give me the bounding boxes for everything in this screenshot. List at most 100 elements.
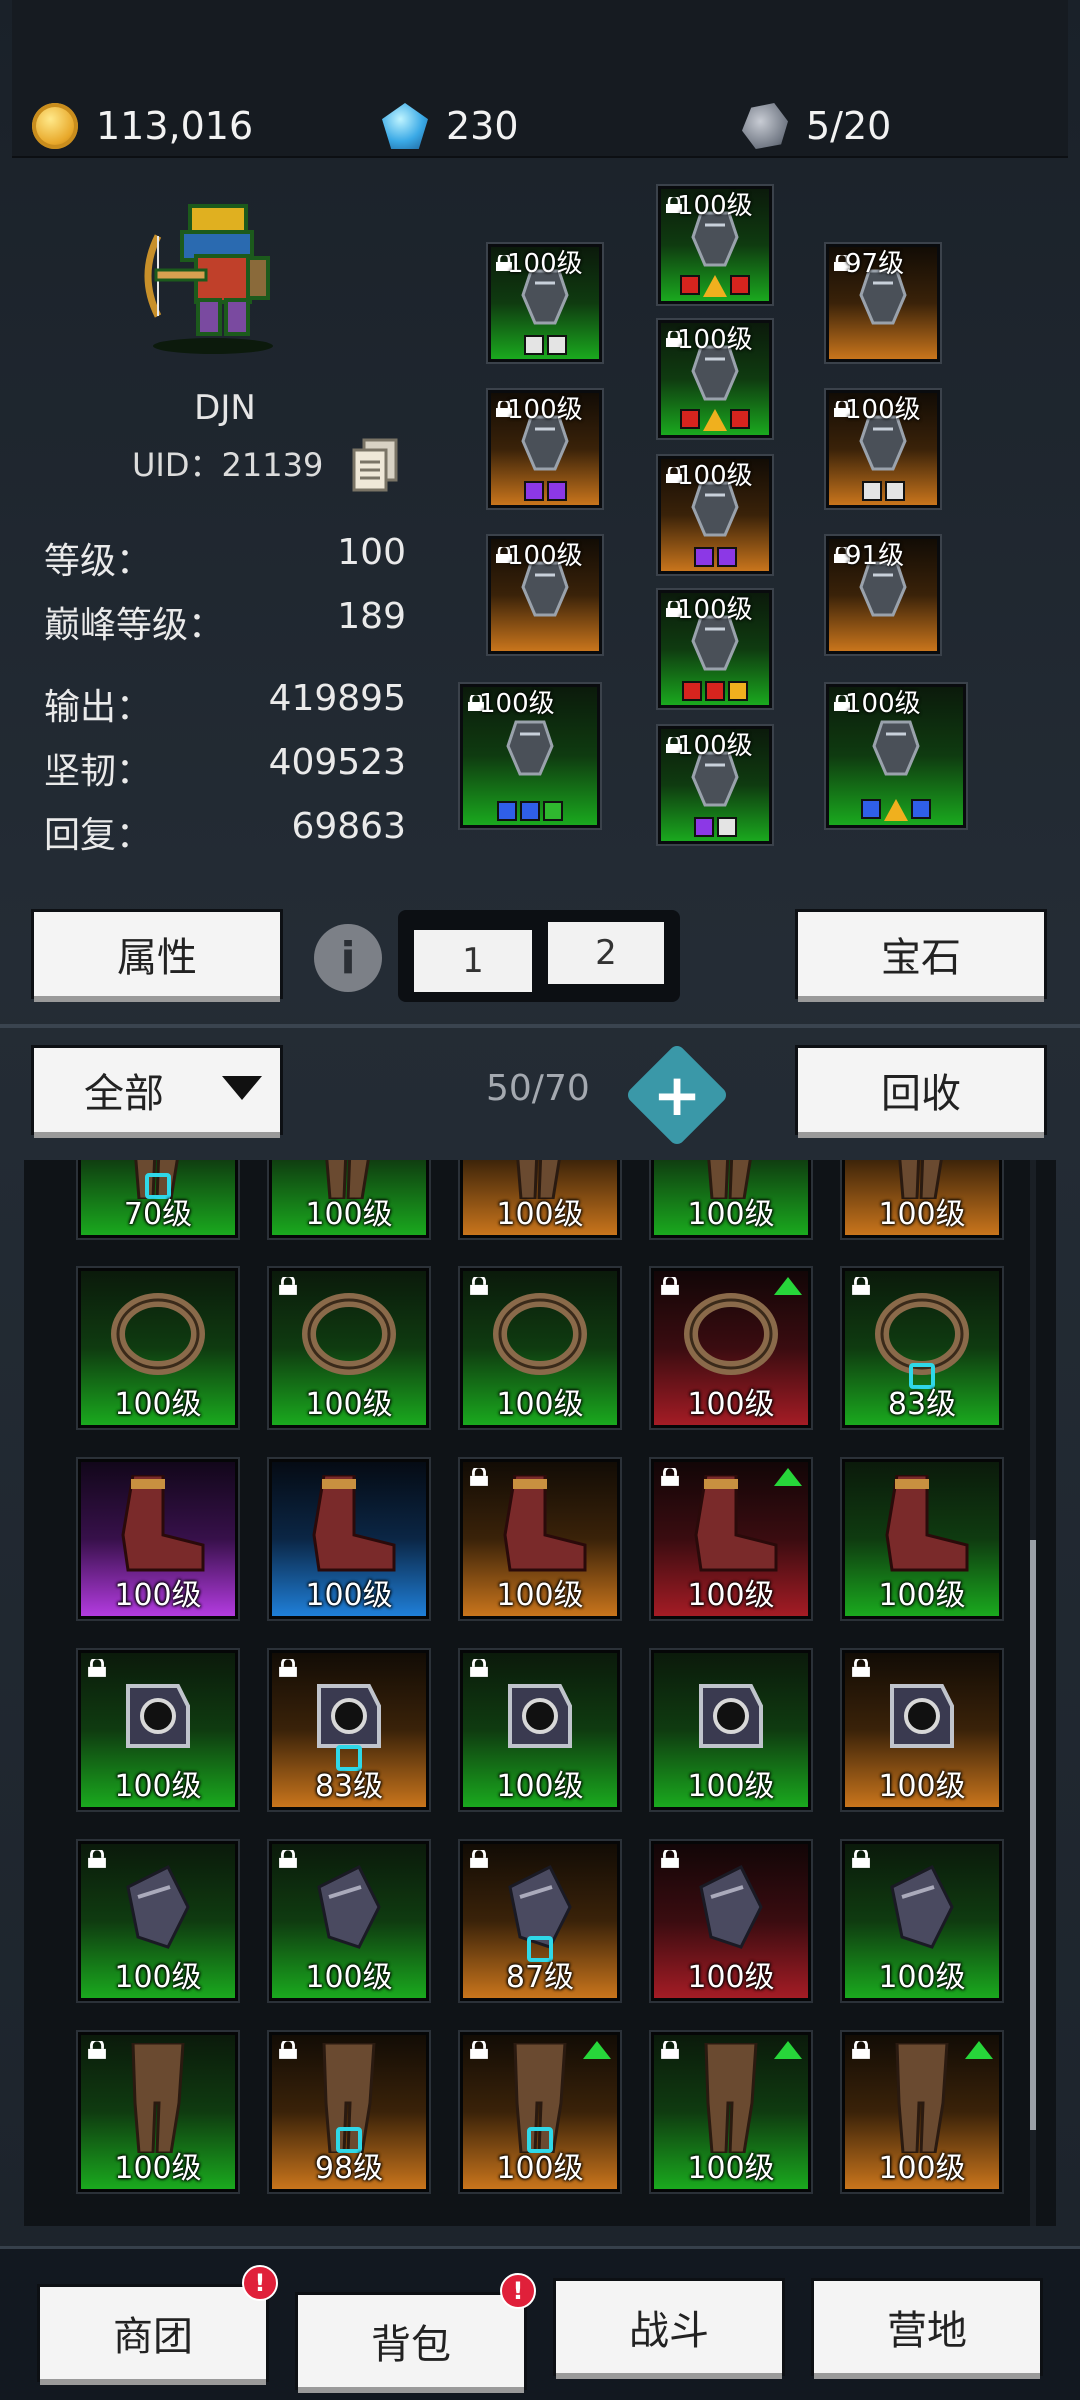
item-level: 100级 [878,1578,966,1613]
equipment-slot[interactable]: 100级 [658,726,772,844]
lock-icon [469,1656,489,1677]
inventory-item[interactable]: 100级 [269,1459,429,1619]
item-level: 83级 [314,1769,384,1804]
inventory-item[interactable]: 100级 [842,1459,1002,1619]
plus-icon[interactable]: + [640,1058,714,1132]
item-level: 98级 [314,2151,384,2186]
lock-icon [278,2038,298,2059]
item-icon [877,2041,967,2157]
gem-sockets [661,681,769,701]
info-icon[interactable]: i [314,924,382,992]
nav-guild-button[interactable]: 商团 ! [40,2265,278,2379]
notification-badge: ! [242,2265,278,2301]
filter-dropdown[interactable]: 全部 [34,1048,280,1132]
item-icon [108,1857,208,1961]
equipment-slot[interactable]: 91级 [826,536,940,654]
inventory-item[interactable]: 100级 [78,1841,238,2001]
inventory-grid[interactable]: 70级 100级 100级 100级 100级 100级 100级 100级 100级 83级 10… [24,1160,1056,2226]
nav-camp-button[interactable]: 营地 [814,2281,1040,2373]
copy-uid-icon[interactable] [352,438,400,492]
inventory-item[interactable]: 70级 [78,1160,238,1238]
lock-icon [278,1274,298,1295]
gem-sockets [661,547,769,567]
item-level: 100级 [507,541,583,571]
item-level: 100级 [845,689,921,719]
item-icon [681,1284,781,1388]
equipment-slot[interactable]: 100级 [488,390,602,508]
inventory-item[interactable]: 100级 [78,1268,238,1428]
inventory-item[interactable]: 100级 [842,1650,1002,1810]
stat-recovery: 回复： 69863 [44,806,406,858]
equipment-slot[interactable]: 100级 [488,536,602,654]
inventory-item[interactable]: 100级 [651,1650,811,1810]
inventory-item[interactable]: 100级 [651,1268,811,1428]
gold-counter: 113,016 [32,96,253,156]
scrollbar-thumb[interactable] [1030,1540,1036,2130]
equipment-slot[interactable]: 100级 [658,186,772,304]
inventory-item[interactable]: 100级 [651,1459,811,1619]
equipment-slot[interactable]: 100级 [658,456,772,574]
equipment-slot[interactable]: 100级 [826,390,940,508]
resource-bar: 113,016 230 5/20 [12,0,1068,158]
inventory-item[interactable]: 100级 [460,1459,620,1619]
inventory-item[interactable]: 100级 [269,1841,429,2001]
inventory-item[interactable]: 100级 [78,1459,238,1619]
inventory-item[interactable]: 83级 [269,1650,429,1810]
recycle-button[interactable]: 回收 [798,1048,1044,1132]
gold-amount: 113,016 [96,104,254,148]
item-level: 87级 [505,1960,575,1995]
stat-value: 409523 [268,742,406,783]
inventory-item[interactable]: 100级 [651,1160,811,1238]
item-level: 100级 [687,1387,775,1422]
item-level: 100级 [496,1769,584,1804]
inventory-item[interactable]: 100级 [460,2032,620,2192]
item-icon [867,1473,977,1579]
stat-label: 巅峰等级： [44,605,225,646]
item-icon [294,1473,404,1579]
inventory-item[interactable]: 100级 [842,1160,1002,1238]
gems-button[interactable]: 宝石 [798,912,1044,996]
ore-icon [742,103,788,149]
inventory-item[interactable]: 100级 [842,1841,1002,2001]
equipment-slot[interactable]: 100级 [658,590,772,708]
item-level: 100级 [305,1197,393,1232]
gem-socket-icon [523,481,544,501]
equipment-slot[interactable]: 100级 [488,244,602,362]
inventory-item[interactable]: 83级 [842,1268,1002,1428]
inventory-item[interactable]: 100级 [842,2032,1002,2192]
item-level: 100级 [845,395,921,425]
upgrade-arrow-icon [583,2041,611,2059]
inventory-item[interactable]: 100级 [78,2032,238,2192]
inventory-item[interactable]: 100级 [460,1160,620,1238]
gem-socket-icon [716,817,737,837]
inventory-item[interactable]: 100级 [651,2032,811,2192]
item-level: 100级 [878,2151,966,2186]
nav-bag-button[interactable]: 背包 ! [298,2273,536,2387]
page-2-button[interactable]: 2 [548,922,664,984]
item-icon [299,1284,399,1388]
character-avatar[interactable] [128,196,298,356]
equipment-slot[interactable]: 100级 [826,684,966,828]
equipment-slot[interactable]: 97级 [826,244,940,362]
nav-battle-button[interactable]: 战斗 [556,2281,782,2373]
inventory-item[interactable]: 98级 [269,2032,429,2192]
item-level: 70级 [123,1197,193,1232]
inventory-item[interactable]: 100级 [651,1841,811,2001]
inventory-item[interactable]: 100级 [460,1650,620,1810]
nav-camp-label: 营地 [887,2308,967,2354]
gem-socket-icon [680,409,700,429]
equipment-slot[interactable]: 100级 [658,320,772,438]
dropdown-arrow-icon [222,1076,262,1100]
inventory-item[interactable]: 100级 [269,1160,429,1238]
lock-icon [660,1274,680,1295]
inventory-item[interactable]: 100级 [460,1268,620,1428]
loadout-page-switch: 1 2 [398,910,680,1002]
equipment-slot[interactable]: 100级 [460,684,600,828]
inventory-item[interactable]: 100级 [78,1650,238,1810]
page-1-button[interactable]: 1 [414,930,532,992]
item-level: 100级 [496,1578,584,1613]
stat-label: 回复： [44,815,153,856]
attributes-button[interactable]: 属性 [34,912,280,996]
inventory-item[interactable]: 100级 [269,1268,429,1428]
inventory-item[interactable]: 87级 [460,1841,620,2001]
